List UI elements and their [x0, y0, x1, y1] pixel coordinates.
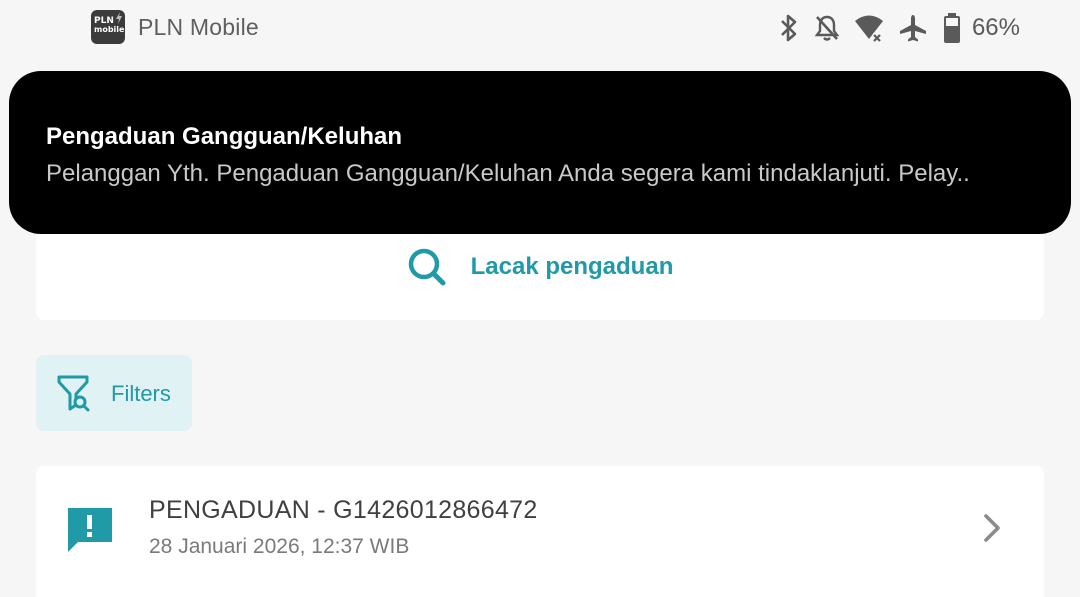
- complaint-date: 28 Januari 2026, 12:37 WIB: [149, 535, 410, 558]
- battery-icon: [943, 13, 960, 43]
- notification-app-name: PLN Mobile: [138, 14, 259, 40]
- status-icons: 66%: [778, 8, 1020, 48]
- track-complaint-label: Lacak pengaduan: [470, 253, 674, 280]
- filters-button[interactable]: Filters: [36, 355, 192, 431]
- filter-search-icon: [57, 375, 90, 412]
- status-bar: PLN mobile PLN Mobile 66%: [0, 0, 1080, 56]
- search-icon: [408, 248, 446, 286]
- pln-mobile-app-icon: PLN mobile: [91, 10, 125, 44]
- wifi-icon: [854, 15, 883, 42]
- bluetooth-icon: [781, 14, 797, 42]
- complaint-list-item[interactable]: PENGADUAN - G1426012866472 28 Januari 20…: [36, 466, 1044, 597]
- complaint-alert-icon: [68, 508, 112, 552]
- battery-percentage: 66%: [971, 14, 1020, 41]
- heads-up-notification[interactable]: Pengaduan Gangguan/Keluhan Pelanggan Yth…: [9, 71, 1071, 234]
- filters-label: Filters: [111, 381, 171, 406]
- notifications-off-icon: [814, 15, 840, 41]
- notification-body: Pelanggan Yth. Pengaduan Gangguan/Keluha…: [46, 160, 970, 187]
- notification-title: Pengaduan Gangguan/Keluhan: [46, 123, 403, 150]
- complaint-title: PENGADUAN - G1426012866472: [149, 496, 538, 524]
- airplane-mode-icon: [899, 15, 926, 42]
- lightning-icon: [116, 12, 122, 24]
- chevron-right-icon: [984, 514, 1000, 542]
- track-complaint-button[interactable]: Lacak pengaduan: [36, 245, 1044, 289]
- screen: PLN mobile PLN Mobile 66% Pengaduan Gang…: [0, 0, 1080, 597]
